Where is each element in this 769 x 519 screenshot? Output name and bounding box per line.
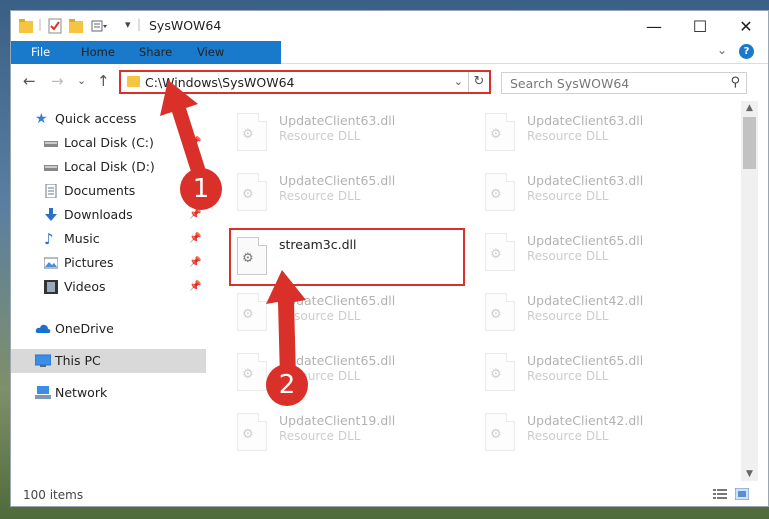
arrow-2-icon xyxy=(266,270,306,378)
step-1-badge: 1 xyxy=(180,168,222,210)
callout-arrows xyxy=(160,80,306,378)
step-2-badge: 2 xyxy=(266,364,308,406)
